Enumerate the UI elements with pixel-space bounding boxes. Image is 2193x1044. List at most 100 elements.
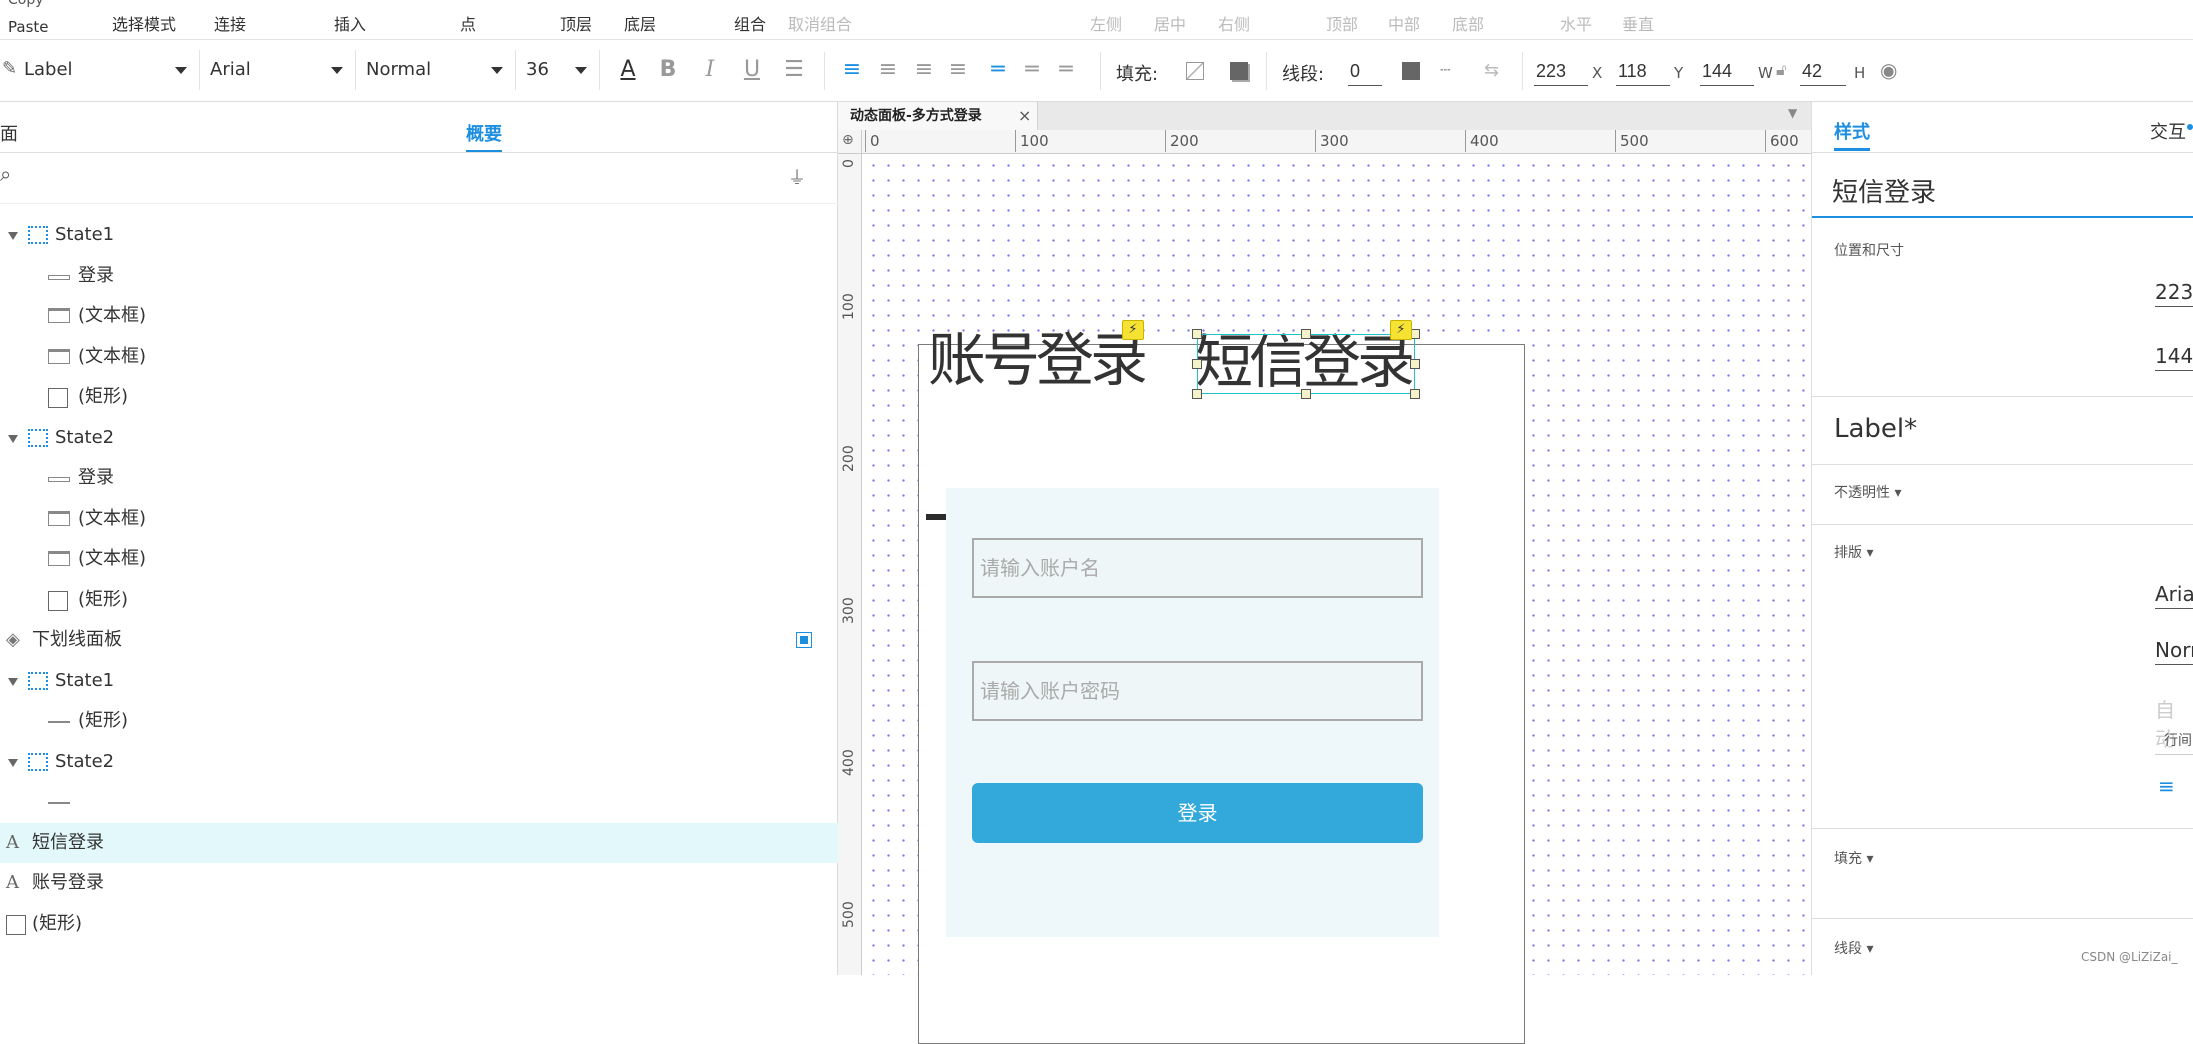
tree-item[interactable]: (文本框) (0, 296, 838, 336)
valign-bottom-icon[interactable]: ═ (1052, 56, 1080, 84)
tree-item[interactable]: 登录 (0, 458, 838, 498)
widget-name-field[interactable]: 短信登录 (1812, 162, 2193, 218)
resize-handle[interactable] (1410, 359, 1420, 369)
align-left-button[interactable]: 左侧 (1090, 11, 1122, 35)
send-to-back-button[interactable]: 底层 (624, 11, 656, 35)
chevron-down-icon[interactable]: ▼ (1788, 106, 1797, 120)
inspector-x-input[interactable]: 223 (2155, 280, 2193, 307)
tree-item[interactable]: (矩形) (0, 580, 838, 620)
align-center-button[interactable]: 居中 (1154, 11, 1186, 35)
font-color-icon[interactable]: A (614, 56, 642, 84)
bold-icon[interactable]: B (654, 56, 682, 84)
bullet-list-icon[interactable]: ☰ (780, 56, 808, 84)
fill-section-toggle[interactable]: 填充 ▾ (1834, 848, 1873, 868)
bring-to-front-button[interactable]: 顶层 (560, 11, 592, 35)
stroke-pattern-icon[interactable]: ┄ (1440, 60, 1451, 81)
tab-document[interactable]: 动态面板-多方式登录 × (838, 102, 1038, 130)
close-icon[interactable]: × (1018, 102, 1031, 130)
height-input[interactable] (1800, 58, 1846, 86)
typography-section-toggle[interactable]: 排版 ▾ (1834, 542, 1873, 562)
tree-item[interactable]: ◈ 下划线面板 (0, 620, 838, 660)
shadow-icon[interactable] (1230, 62, 1248, 80)
fill-color-icon[interactable] (1186, 62, 1204, 80)
text-align-right-icon[interactable]: ≡ (910, 56, 938, 84)
expand-arrow-icon[interactable] (8, 434, 18, 443)
visibility-eye-icon[interactable]: ◉ (1880, 58, 1897, 82)
select-mode-button[interactable]: 选择模式 (112, 11, 176, 35)
expand-arrow-icon[interactable] (8, 677, 18, 686)
align-middle-button[interactable]: 中部 (1388, 11, 1420, 35)
tree-item[interactable]: 登录 (0, 256, 838, 296)
resize-handle[interactable] (1192, 359, 1202, 369)
tree-item[interactable]: State1 (0, 661, 838, 701)
ungroup-button[interactable]: 取消组合 (788, 11, 852, 35)
filter-icon[interactable]: ⏚ (788, 164, 806, 190)
tree-item[interactable]: A 账号登录 (0, 863, 838, 903)
tree-item[interactable]: State2 (0, 742, 838, 782)
resize-handle[interactable] (1301, 389, 1311, 399)
panel-state-icon[interactable] (796, 632, 812, 648)
tree-item[interactable]: (矩形) (0, 904, 838, 944)
align-bottom-button[interactable]: 底部 (1452, 11, 1484, 35)
lock-ratio-icon[interactable]: 🔓︎ (1776, 60, 1786, 80)
tree-item[interactable]: (矩形) (0, 701, 838, 741)
width-input[interactable] (1700, 58, 1754, 86)
valign-top-icon[interactable]: ═ (984, 56, 1012, 84)
font-size-select[interactable]: 36 (516, 50, 600, 90)
tree-item[interactable]: (文本框) (0, 499, 838, 539)
connect-button[interactable]: 连接 (214, 11, 246, 35)
valign-middle-icon[interactable]: ═ (1018, 56, 1046, 84)
expand-arrow-icon[interactable] (8, 232, 18, 240)
stroke-color-icon[interactable] (1402, 62, 1420, 80)
italic-icon[interactable]: I (696, 56, 724, 84)
password-field[interactable]: 请输入账户密码 (972, 661, 1423, 721)
font-family-select[interactable]: Arial (200, 50, 356, 90)
account-login-title[interactable]: 账号登录 (928, 330, 1148, 390)
insert-button[interactable]: 插入 (334, 11, 366, 35)
inspector-font-family[interactable]: Arial (2155, 582, 2193, 609)
align-right-button[interactable]: 右侧 (1218, 11, 1250, 35)
distribute-horizontal-button[interactable]: 水平 (1560, 11, 1592, 35)
search-icon[interactable]: ⌕ (0, 162, 11, 186)
resize-handle[interactable] (1301, 329, 1311, 339)
ruler-origin-icon[interactable]: ⊕ (838, 130, 862, 154)
login-button[interactable]: 登录 (972, 783, 1423, 843)
style-select[interactable]: Label (14, 50, 200, 90)
tree-item[interactable]: (矩形) (0, 377, 838, 417)
tab-pages[interactable]: 面 (0, 120, 18, 146)
inspector-w-input[interactable]: 144 (2155, 344, 2193, 371)
tree-item[interactable]: A 短信登录 (0, 822, 838, 863)
y-position-input[interactable] (1616, 58, 1670, 86)
resize-handle[interactable] (1192, 329, 1202, 339)
align-top-button[interactable]: 顶部 (1326, 11, 1358, 35)
tab-style[interactable]: 样式 (1834, 118, 1870, 151)
arrow-style-icon[interactable]: ⇆ (1484, 60, 1499, 81)
text-align-center-icon[interactable]: ≡ (874, 56, 902, 84)
text-justify-icon[interactable]: ≡ (944, 56, 972, 84)
copy-button[interactable]: Copy (8, 0, 44, 8)
tree-item[interactable] (0, 782, 838, 822)
resize-handle[interactable] (1410, 389, 1420, 399)
font-weight-select[interactable]: Normal (356, 50, 516, 90)
point-button[interactable]: 点 (460, 11, 476, 35)
text-align-left-icon[interactable]: ≡ (838, 56, 866, 84)
stroke-section-toggle[interactable]: 线段 ▾ (1834, 938, 1873, 958)
distribute-vertical-button[interactable]: 垂直 (1622, 11, 1654, 35)
stroke-width-input[interactable] (1348, 58, 1382, 86)
x-position-input[interactable] (1534, 58, 1588, 86)
text-align-left-icon[interactable]: ≡ (2158, 774, 2175, 798)
underline-icon[interactable]: U (738, 56, 766, 84)
tab-outline[interactable]: 概要 (466, 120, 502, 153)
resize-handle[interactable] (1192, 389, 1202, 399)
username-field[interactable]: 请输入账户名 (972, 538, 1423, 598)
expand-arrow-icon[interactable] (8, 758, 18, 767)
tree-item[interactable]: (文本框) (0, 337, 838, 377)
canvas-grid[interactable]: 账号登录 ⚡ 短信登录 ⚡ 请输入账户名 请输入账户密码 登录 (863, 154, 1811, 1044)
tree-item[interactable]: State1 (0, 215, 838, 255)
paste-button[interactable]: Paste (8, 18, 49, 36)
inspector-font-weight[interactable]: Norm (2155, 638, 2193, 665)
group-button[interactable]: 组合 (734, 11, 766, 35)
tree-item[interactable]: (文本框) (0, 539, 838, 579)
tab-interact[interactable]: 交互 (2150, 118, 2186, 144)
opacity-section-toggle[interactable]: 不透明性 ▾ (1834, 482, 1901, 502)
